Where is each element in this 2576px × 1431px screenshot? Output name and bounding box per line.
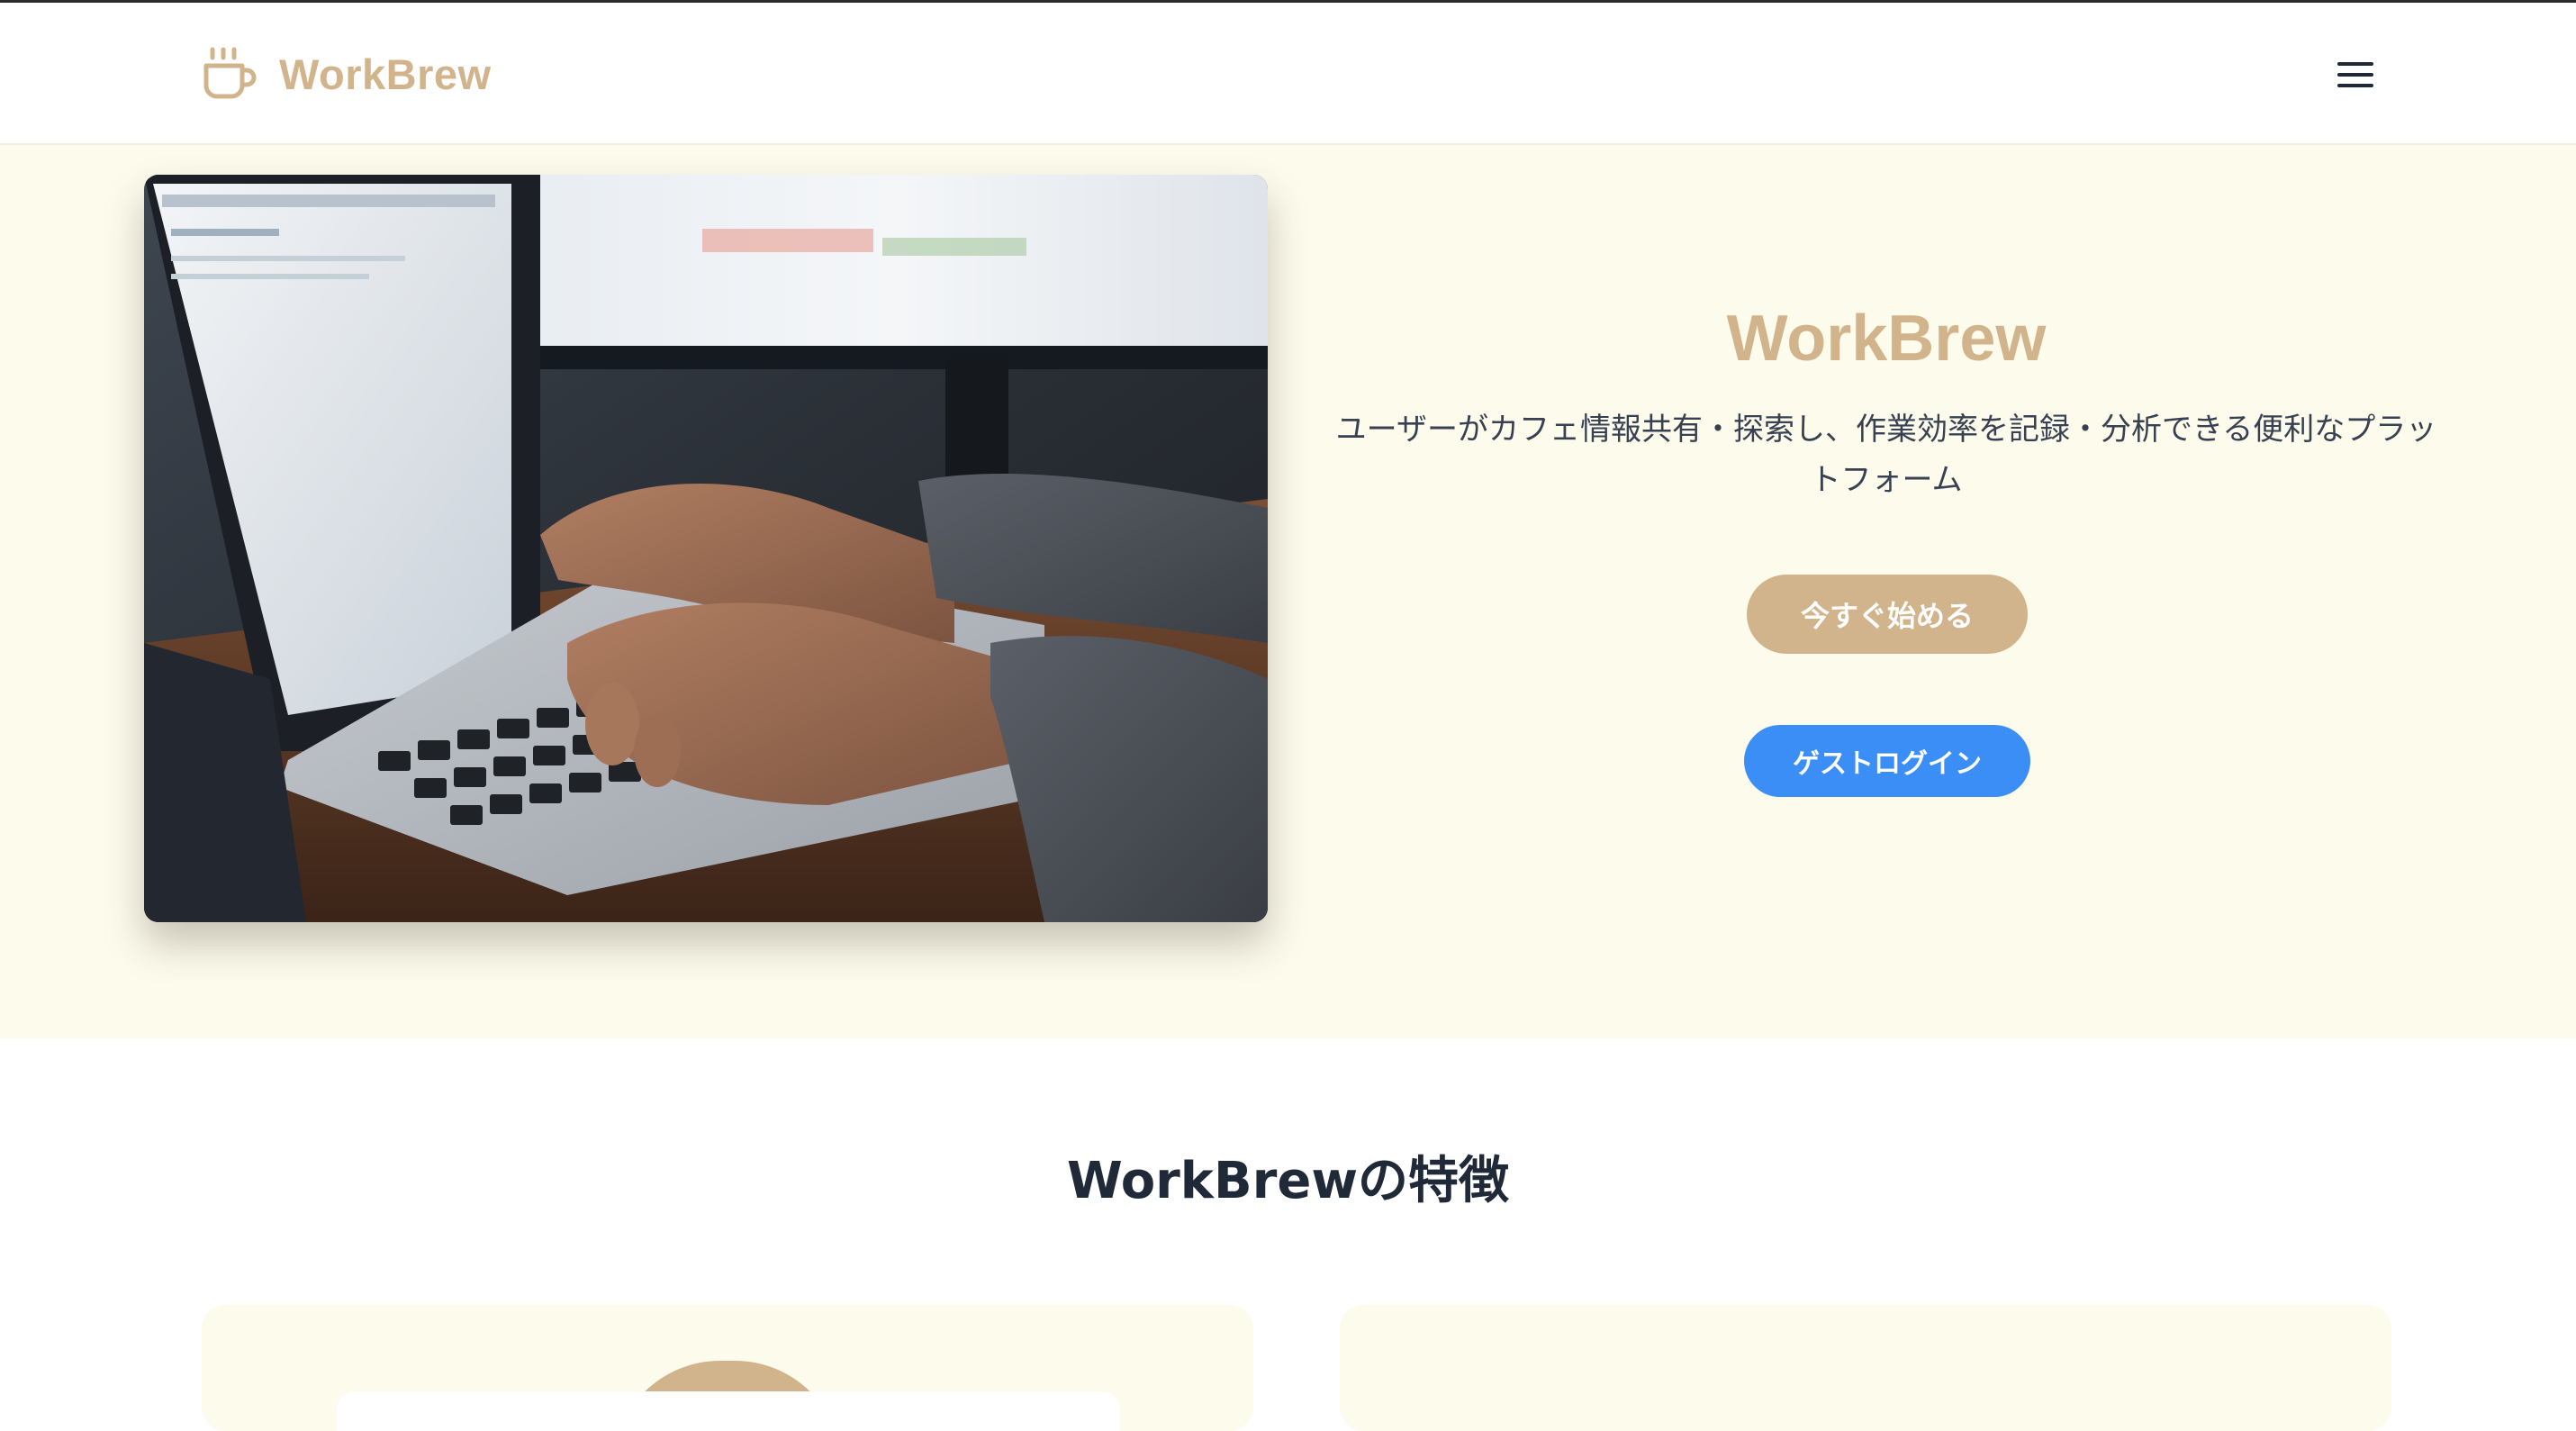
features-title: WorkBrewの特徴 (1066, 1152, 1510, 1210)
laptop-typing-photo (144, 175, 1268, 922)
feature-card-panel (337, 1391, 1120, 1431)
brand-logo-link[interactable]: WorkBrew (202, 42, 492, 105)
coffee-cup-icon (203, 47, 257, 99)
hero-description: ユーザーがカフェ情報共有・探索し、作業効率を記録・分析できる便利なプラットフォー… (1335, 412, 2437, 498)
feature-card (1340, 1305, 2391, 1431)
guest-login-button[interactable]: ゲストログイン (1744, 725, 2030, 797)
brand-name: WorkBrew (279, 50, 492, 98)
hero-title: WorkBrew (1726, 303, 2047, 375)
hero-section: WorkBrew ユーザーがカフェ情報共有・探索し、作業効率を記録・分析できる便… (0, 145, 2576, 1038)
hero-image (144, 175, 1268, 922)
feature-card (202, 1305, 1253, 1431)
hero-text-block: WorkBrew ユーザーがカフェ情報共有・探索し、作業効率を記録・分析できる便… (1315, 298, 2458, 505)
hamburger-menu-button[interactable] (2330, 53, 2381, 96)
hamburger-menu-icon (2337, 62, 2373, 87)
site-header: WorkBrew (0, 3, 2576, 145)
get-started-button[interactable]: 今すぐ始める (1747, 575, 2028, 654)
